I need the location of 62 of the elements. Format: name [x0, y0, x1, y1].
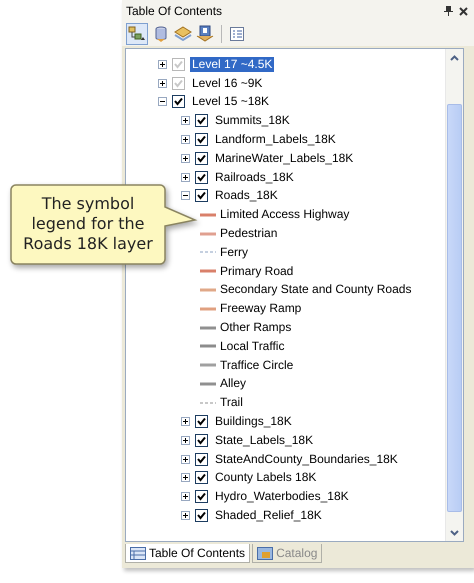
stacked-layers-icon[interactable] [174, 25, 192, 43]
layer-name[interactable]: Hydro_Waterbodies_18K [213, 489, 351, 504]
scrollbar[interactable] [445, 49, 463, 541]
scroll-down-icon[interactable] [450, 530, 459, 536]
layer-name[interactable]: Shaded_Relief_18K [213, 508, 324, 524]
expand-icon[interactable] [181, 492, 190, 502]
layer-name[interactable]: Summits_18K [213, 113, 292, 128]
layer-name[interactable]: MarineWater_Labels_18K [213, 150, 356, 166]
expand-icon[interactable] [181, 436, 190, 445]
legend-label: Pedestrian [219, 226, 278, 242]
layer-checkbox[interactable] [195, 471, 208, 484]
layer-name[interactable]: Level 15 ~18K [190, 94, 272, 110]
expand-icon[interactable] [181, 172, 190, 182]
layer-name[interactable]: Landform_Labels_18K [213, 132, 338, 148]
layer-checkbox[interactable] [195, 434, 208, 447]
layer-checkbox[interactable] [195, 114, 208, 128]
layers-tree-icon [128, 25, 146, 43]
close-icon[interactable] [459, 6, 468, 16]
layer-name[interactable]: State_Labels_18K [213, 432, 316, 448]
legend-label: Ferry [219, 244, 249, 260]
layer-checkbox[interactable] [195, 415, 208, 428]
legend-label: Secondary State and County Roads [219, 282, 412, 298]
expand-icon[interactable] [181, 454, 190, 464]
legend-label: Alley [219, 376, 248, 392]
expand-icon[interactable] [181, 511, 190, 520]
expand-icon[interactable] [181, 154, 190, 163]
layer-checkbox[interactable] [172, 95, 185, 108]
panel-tab[interactable]: Table Of Contents [125, 544, 250, 563]
legend-label: Local Traffic [219, 338, 286, 354]
layer-checkbox[interactable] [195, 133, 208, 146]
pin-icon[interactable] [444, 6, 453, 16]
layer-checkbox[interactable] [195, 189, 208, 202]
expand-icon[interactable] [181, 135, 190, 144]
catalog-icon [257, 546, 274, 560]
options-list-icon[interactable] [229, 26, 245, 42]
layer-checkbox[interactable] [195, 452, 208, 466]
layer-name[interactable]: StateAndCounty_Boundaries_18K [213, 452, 400, 467]
layer-source-icon[interactable] [196, 25, 214, 43]
legend-label: Primary Road [219, 264, 294, 279]
layer-checkbox[interactable] [195, 490, 208, 504]
expand-icon[interactable] [181, 417, 190, 426]
layer-name[interactable]: Roads_18K [213, 188, 280, 204]
layer-name[interactable]: County Labels 18K [213, 470, 318, 486]
collapse-icon[interactable] [181, 191, 190, 200]
table-icon [130, 546, 146, 560]
panel-title: Table Of Contents [126, 4, 224, 18]
layer-name[interactable]: Railroads_18K [213, 170, 296, 185]
legend-label: Limited Access Highway [219, 207, 350, 222]
legend-label: Other Ramps [219, 320, 292, 336]
collapse-icon[interactable] [158, 97, 167, 106]
layer-name[interactable]: Buildings_18K [213, 414, 294, 430]
scroll-up-icon[interactable] [450, 54, 459, 60]
legend-label: Freeway Ramp [219, 301, 302, 316]
layer-checkbox[interactable] [195, 152, 208, 165]
legend-label: Traffice Circle [219, 358, 294, 373]
expand-icon[interactable] [181, 116, 190, 126]
layer-checkbox[interactable] [195, 170, 208, 184]
callout-text: The symbol legend for the Roads 18K layer [22, 194, 154, 254]
layer-checkbox[interactable] [195, 509, 208, 522]
legend-label: Trail [219, 395, 244, 410]
expand-icon[interactable] [181, 473, 190, 482]
list-by-drawing-order-button[interactable] [126, 23, 148, 45]
